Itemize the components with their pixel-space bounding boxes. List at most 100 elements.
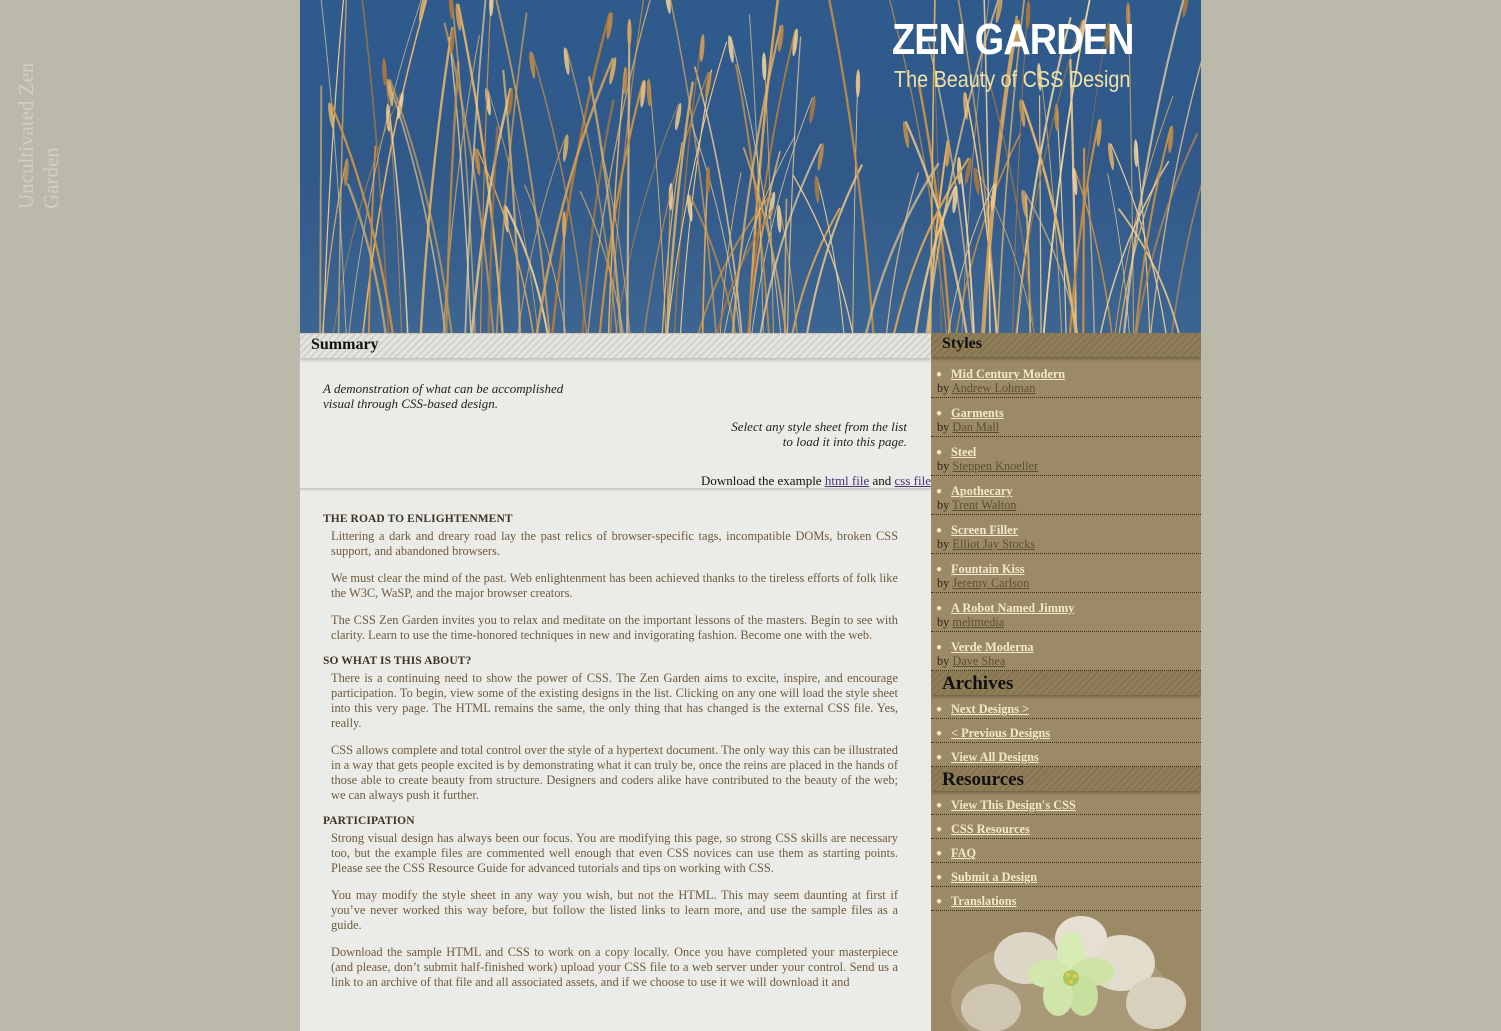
style-name: ● Verde Moderna: [936, 640, 1034, 655]
select-hint: Select any style sheet from the list to …: [687, 419, 907, 449]
section-heading: PARTICIPATION: [323, 815, 415, 827]
archives-list: ● Next Designs > ● < Previous Designs ● View …: [931, 695, 1201, 767]
header-image: ZEN GARDEN The Beauty of CSS Design: [300, 0, 1201, 333]
style-author: by Dave Shea: [937, 654, 1005, 669]
style-link[interactable]: Fountain Kiss: [951, 562, 1024, 576]
paragraph: Littering a dark and dreary road lay the…: [331, 529, 898, 558]
tagline-line-1: A demonstration of what can be accomplis…: [323, 381, 564, 396]
archive-link[interactable]: Next Designs >: [951, 702, 1029, 716]
style-author: by Jeremy Carlson: [937, 576, 1029, 591]
author-link[interactable]: meltmedia: [952, 615, 1004, 629]
style-author: by meltmedia: [937, 615, 1004, 630]
author-link[interactable]: Trent Walton: [952, 498, 1016, 512]
author-link[interactable]: Dan Mall: [952, 420, 999, 434]
style-name: ● Screen Filler: [936, 523, 1018, 538]
paragraph: Download the sample HTML and CSS to work…: [331, 945, 898, 989]
section-about: SO WHAT IS THIS ABOUT? There is a contin…: [323, 655, 898, 803]
resource-row: ● View This Design's CSS: [936, 798, 1076, 813]
paragraph: There is a continuing need to show the p…: [331, 671, 898, 730]
resource-item: ● CSS Resources: [931, 815, 1201, 839]
style-link[interactable]: Verde Moderna: [951, 640, 1034, 654]
resource-link[interactable]: CSS Resources: [951, 822, 1030, 836]
style-item: ● Mid Century Modern by Andrew Lohman: [931, 359, 1201, 398]
by-label: by: [937, 576, 953, 590]
paragraph: You may modify the style sheet in any wa…: [331, 888, 898, 932]
author-link[interactable]: Jeremy Carlson: [952, 576, 1029, 590]
bullet-icon: ●: [936, 800, 943, 811]
style-link[interactable]: Steel: [951, 445, 976, 459]
archive-link[interactable]: < Previous Designs: [951, 726, 1050, 740]
archive-item: ● View All Designs: [931, 743, 1201, 767]
style-name: ● Mid Century Modern: [936, 367, 1065, 382]
download-prefix: Download the example: [701, 473, 825, 488]
style-author: by Dan Mall: [937, 420, 999, 435]
select-hint-line-1: Select any style sheet from the list: [731, 419, 907, 434]
archives-header: Archives: [931, 671, 1201, 695]
page: ZEN GARDEN The Beauty of CSS Design Summ…: [300, 0, 1201, 1031]
section-participation: PARTICIPATION Strong visual design has a…: [323, 815, 898, 990]
style-item: ● Garments by Dan Mall: [931, 398, 1201, 437]
author-link[interactable]: Elliot Jay Stocks: [952, 537, 1035, 551]
bullet-icon: ●: [936, 642, 943, 653]
resource-item: ● View This Design's CSS: [931, 791, 1201, 815]
by-label: by: [937, 381, 952, 395]
resource-link[interactable]: FAQ: [951, 846, 976, 860]
style-author: by Elliot Jay Stocks: [937, 537, 1035, 552]
style-name: ● Steel: [936, 445, 976, 460]
resource-link[interactable]: View This Design's CSS: [951, 798, 1076, 812]
summary-heading: Summary: [311, 336, 379, 353]
bullet-icon: ●: [936, 525, 943, 536]
summary-intro: A demonstration of what can be accomplis…: [300, 358, 931, 489]
styles-heading: Styles: [942, 335, 982, 352]
resource-item: ● Submit a Design: [931, 863, 1201, 887]
paragraph: We must clear the mind of the past. Web …: [331, 571, 898, 600]
resource-item: ● FAQ: [931, 839, 1201, 863]
by-label: by: [937, 537, 953, 551]
bullet-icon: ●: [936, 824, 943, 835]
grass-blade: [1082, 147, 1086, 333]
style-link[interactable]: Mid Century Modern: [951, 367, 1065, 381]
style-item: ● Screen Filler by Elliot Jay Stocks: [931, 515, 1201, 554]
style-author: by Trent Walton: [937, 498, 1016, 513]
styles-list: ● Mid Century Modern by Andrew Lohman ● Garm…: [931, 359, 1201, 671]
summary-header: Summary: [300, 333, 931, 358]
style-link[interactable]: Apothecary: [951, 484, 1012, 498]
bullet-icon: ●: [936, 704, 943, 715]
author-link[interactable]: Steppen Knoeller: [952, 459, 1038, 473]
style-link[interactable]: Garments: [951, 406, 1004, 420]
section-enlightenment: THE ROAD TO ENLIGHTENMENT Littering a da…: [323, 513, 898, 643]
by-label: by: [937, 615, 953, 629]
style-item: ● Steel by Steppen Knoeller: [931, 437, 1201, 476]
bullet-icon: ●: [936, 848, 943, 859]
style-link[interactable]: Screen Filler: [951, 523, 1018, 537]
grass-seedhead: [561, 210, 567, 239]
bullet-icon: ●: [936, 486, 943, 497]
bullet-icon: ●: [936, 752, 943, 763]
paragraph: The CSS Zen Garden invites you to relax …: [331, 613, 898, 642]
archive-link[interactable]: View All Designs: [951, 750, 1039, 764]
bullet-icon: ●: [936, 447, 943, 458]
style-item: ● A Robot Named Jimmy by meltmedia: [931, 593, 1201, 632]
archives-heading: Archives: [942, 673, 1014, 694]
grass-blade: [319, 85, 323, 333]
style-author: by Andrew Lohman: [937, 381, 1035, 396]
bullet-icon: ●: [936, 369, 943, 380]
section-heading: THE ROAD TO ENLIGHTENMENT: [323, 513, 513, 525]
archive-row: ● < Previous Designs: [936, 726, 1050, 741]
site-title: ZEN GARDEN: [892, 15, 1134, 64]
style-link[interactable]: A Robot Named Jimmy: [951, 601, 1074, 615]
resources-header: Resources: [931, 767, 1201, 791]
section-heading: SO WHAT IS THIS ABOUT?: [323, 655, 472, 667]
bullet-icon: ●: [936, 564, 943, 575]
style-item: ● Verde Moderna by Dave Shea: [931, 632, 1201, 671]
author-link[interactable]: Dave Shea: [952, 654, 1005, 668]
resource-link[interactable]: Submit a Design: [951, 870, 1037, 884]
side-title: Uncultivated Zen Garden: [14, 62, 63, 209]
author-link[interactable]: Andrew Lohman: [952, 381, 1036, 395]
style-item: ● Fountain Kiss by Jeremy Carlson: [931, 554, 1201, 593]
style-name: ● Fountain Kiss: [936, 562, 1025, 577]
resources-list: ● View This Design's CSS ● CSS Resources ● FA…: [931, 791, 1201, 911]
css-file-link[interactable]: css file: [895, 473, 931, 488]
archive-item: ● Next Designs >: [931, 695, 1201, 719]
html-file-link[interactable]: html file: [825, 473, 869, 488]
